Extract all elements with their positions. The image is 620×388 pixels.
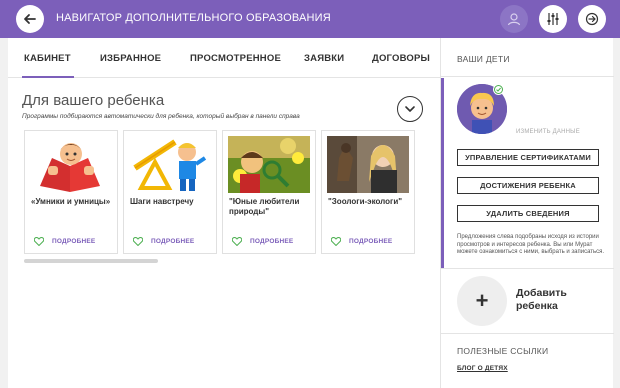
- tab-cabinet[interactable]: КАБИНЕТ: [24, 53, 71, 64]
- more-link[interactable]: ПОДРОБНЕЕ: [349, 238, 392, 245]
- divider: [441, 268, 614, 269]
- tab-viewed[interactable]: ПРОСМОТРЕННОЕ: [190, 53, 281, 64]
- arrow-left-icon: [24, 14, 36, 24]
- delete-data-button[interactable]: УДАЛИТЬ СВЕДЕНИЯ: [457, 205, 599, 222]
- program-title: "Зоологи-экологи": [328, 197, 403, 206]
- sliders-icon: [547, 13, 559, 25]
- program-image: [129, 136, 211, 193]
- main-panel: КАБИНЕТ ИЗБРАННОЕ ПРОСМОТРЕННОЕ ЗАЯВКИ Д…: [8, 38, 440, 388]
- scroll-down-button[interactable]: [397, 96, 423, 122]
- edit-data-link[interactable]: ИЗМЕНИТЬ ДАННЫЕ: [516, 129, 580, 135]
- program-image: [327, 136, 409, 193]
- program-image: [228, 136, 310, 193]
- blog-link[interactable]: БЛОГ О ДЕТЯХ: [457, 365, 508, 372]
- card-footer: ПОДРОБНЕЕ: [34, 237, 95, 246]
- user-icon: [507, 13, 521, 26]
- verified-check-icon: [493, 84, 504, 95]
- tab-applications[interactable]: ЗАЯВКИ: [304, 53, 344, 64]
- more-link[interactable]: ПОДРОБНЕЕ: [250, 238, 293, 245]
- chevron-down-icon: [405, 106, 415, 112]
- selected-child-indicator: [441, 78, 444, 268]
- program-title: Шаги навстречу: [130, 197, 194, 206]
- child-achievements-button[interactable]: ДОСТИЖЕНИЯ РЕБЕНКА: [457, 177, 599, 194]
- program-card[interactable]: "Зоологи-экологи" ПОДРОБНЕЕ: [321, 130, 415, 254]
- card-footer: ПОДРОБНЕЕ: [133, 237, 194, 246]
- sidebar-heading: ВАШИ ДЕТИ: [457, 54, 510, 64]
- top-bar: НАВИГАТОР ДОПОЛНИТЕЛЬНОГО ОБРАЗОВАНИЯ: [0, 0, 620, 38]
- recommendation-note: Предложения слева подобраны исходя из ис…: [457, 234, 605, 255]
- heart-icon[interactable]: [331, 237, 341, 246]
- heart-icon[interactable]: [232, 237, 242, 246]
- tab-favorites[interactable]: ИЗБРАННОЕ: [100, 53, 161, 64]
- heart-icon[interactable]: [133, 237, 143, 246]
- user-button[interactable]: [500, 5, 528, 33]
- program-title: «Умники и умницы»: [31, 197, 111, 206]
- add-child-button[interactable]: +: [457, 276, 507, 326]
- active-tab-indicator: [22, 76, 74, 78]
- section-subtitle: Программы подбираются автоматически для …: [22, 113, 300, 120]
- back-button[interactable]: [16, 5, 44, 33]
- exit-icon: [585, 12, 599, 26]
- useful-links-heading: ПОЛЕЗНЫЕ ССЫЛКИ: [457, 346, 549, 356]
- divider: [441, 76, 614, 77]
- card-footer: ПОДРОБНЕЕ: [232, 237, 293, 246]
- divider: [441, 333, 614, 334]
- filter-button[interactable]: [539, 5, 567, 33]
- children-sidebar: ВАШИ ДЕТИ ИЗМЕНИТЬ ДАННЫЕ УПРАВЛЕНИЕ СЕР…: [440, 38, 614, 388]
- add-child-label[interactable]: Добавить ребенка: [516, 287, 596, 313]
- program-card[interactable]: «Умники и умницы» ПОДРОБНЕЕ: [24, 130, 118, 254]
- plus-icon: +: [475, 288, 489, 313]
- horizontal-scrollbar[interactable]: [24, 259, 158, 263]
- more-link[interactable]: ПОДРОБНЕЕ: [52, 238, 95, 245]
- exit-button[interactable]: [578, 5, 606, 33]
- tab-contracts[interactable]: ДОГОВОРЫ: [372, 53, 430, 64]
- section-title: Для вашего ребенка: [22, 92, 165, 109]
- tab-bar: КАБИНЕТ ИЗБРАННОЕ ПРОСМОТРЕННОЕ ЗАЯВКИ Д…: [8, 38, 440, 78]
- program-image: [30, 136, 112, 193]
- program-card[interactable]: Шаги навстречу ПОДРОБНЕЕ: [123, 130, 217, 254]
- program-card[interactable]: "Юные любители природы" ПОДРОБНЕЕ: [222, 130, 316, 254]
- app-title: НАВИГАТОР ДОПОЛНИТЕЛЬНОГО ОБРАЗОВАНИЯ: [56, 12, 331, 24]
- card-footer: ПОДРОБНЕЕ: [331, 237, 392, 246]
- heart-icon[interactable]: [34, 237, 44, 246]
- more-link[interactable]: ПОДРОБНЕЕ: [151, 238, 194, 245]
- program-title: "Юные любители природы": [229, 197, 300, 216]
- manage-certificates-button[interactable]: УПРАВЛЕНИЕ СЕРТИФИКАТАМИ: [457, 149, 599, 166]
